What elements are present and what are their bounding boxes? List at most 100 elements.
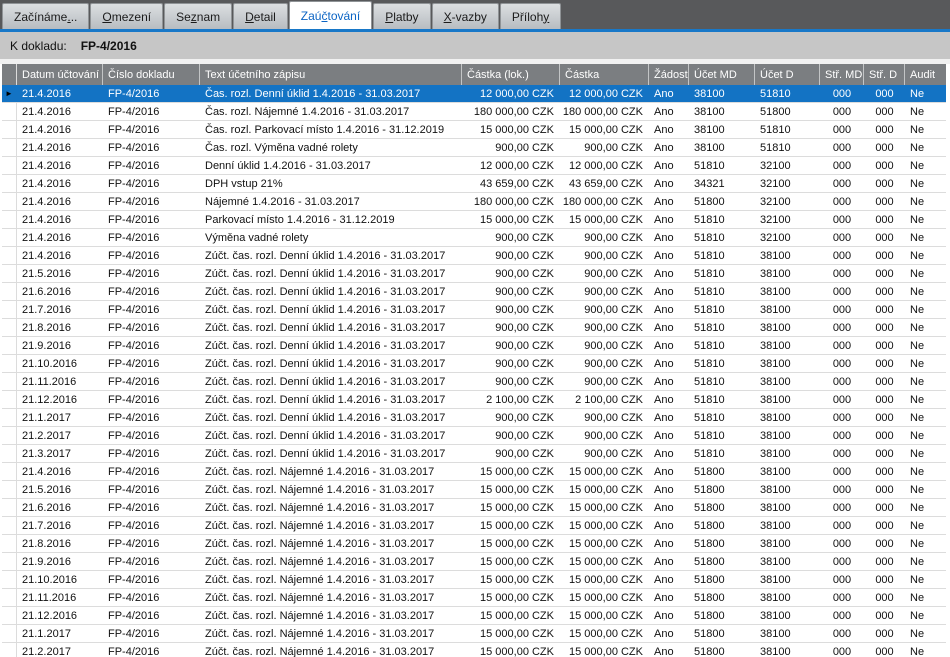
column-header-ucet-d[interactable]: Účet D bbox=[755, 64, 820, 85]
tab-platby[interactable]: Platby bbox=[373, 3, 430, 29]
table-row[interactable]: 21.1.2017FP-4/2016Zúčt. čas. rozl. Nájem… bbox=[2, 625, 946, 643]
cell-text-zapisu: Čas. rozl. Nájemné 1.4.2016 - 31.03.2017 bbox=[200, 103, 462, 120]
cell-zadost: Ano bbox=[649, 463, 689, 480]
table-row[interactable]: 21.12.2016FP-4/2016Zúčt. čas. rozl. Náje… bbox=[2, 607, 946, 625]
cell-castka: 15 000,00 CZK bbox=[560, 463, 649, 480]
cell-cislo-dokladu: FP-4/2016 bbox=[103, 121, 200, 138]
table-row[interactable]: 21.9.2016FP-4/2016Zúčt. čas. rozl. Denní… bbox=[2, 337, 946, 355]
cell-castka-lok: 15 000,00 CZK bbox=[462, 553, 560, 570]
table-row[interactable]: 21.11.2016FP-4/2016Zúčt. čas. rozl. Denn… bbox=[2, 373, 946, 391]
table-row[interactable]: 21.4.2016FP-4/2016Výměna vadné rolety900… bbox=[2, 229, 946, 247]
cell-ucet-d: 38100 bbox=[755, 481, 820, 498]
row-marker-cell bbox=[2, 283, 17, 300]
cell-ucet-d: 32100 bbox=[755, 193, 820, 210]
cell-zadost: Ano bbox=[649, 157, 689, 174]
table-row[interactable]: 21.12.2016FP-4/2016Zúčt. čas. rozl. Denn… bbox=[2, 391, 946, 409]
table-row[interactable]: 21.4.2016FP-4/2016DPH vstup 21%43 659,00… bbox=[2, 175, 946, 193]
table-row[interactable]: 21.6.2016FP-4/2016Zúčt. čas. rozl. Denní… bbox=[2, 283, 946, 301]
table-row[interactable]: 21.9.2016FP-4/2016Zúčt. čas. rozl. Nájem… bbox=[2, 553, 946, 571]
column-header-castka-lok[interactable]: Částka (lok.) bbox=[462, 64, 560, 85]
row-marker-cell bbox=[2, 193, 17, 210]
table-row[interactable]: 21.4.2016FP-4/2016Čas. rozl. Parkovací m… bbox=[2, 121, 946, 139]
column-header-text-zapisu[interactable]: Text účetního zápisu bbox=[200, 64, 462, 85]
table-row[interactable]: 21.4.2016FP-4/2016Zúčt. čas. rozl. Denní… bbox=[2, 247, 946, 265]
cell-str-d: 000 bbox=[864, 211, 905, 228]
row-marker-cell bbox=[2, 409, 17, 426]
cell-zadost: Ano bbox=[649, 373, 689, 390]
cell-castka-lok: 900,00 CZK bbox=[462, 139, 560, 156]
cell-text-zapisu: Nájemné 1.4.2016 - 31.03.2017 bbox=[200, 193, 462, 210]
column-header-ucet-md[interactable]: Účet MD bbox=[689, 64, 755, 85]
row-marker-cell bbox=[2, 211, 17, 228]
table-row[interactable]: 21.10.2016FP-4/2016Zúčt. čas. rozl. Náje… bbox=[2, 571, 946, 589]
tab-zaciname[interactable]: Začínáme... bbox=[2, 3, 89, 29]
table-row[interactable]: 21.2.2017FP-4/2016Zúčt. čas. rozl. Denní… bbox=[2, 427, 946, 445]
cell-audit: Ne bbox=[905, 499, 946, 516]
cell-zadost: Ano bbox=[649, 445, 689, 462]
column-header-audit[interactable]: Audit bbox=[905, 64, 946, 85]
cell-zadost: Ano bbox=[649, 535, 689, 552]
table-row[interactable]: 21.2.2017FP-4/2016Zúčt. čas. rozl. Nájem… bbox=[2, 643, 946, 657]
table-row[interactable]: 21.4.2016FP-4/2016Zúčt. čas. rozl. Nájem… bbox=[2, 463, 946, 481]
table-row[interactable]: 21.1.2017FP-4/2016Zúčt. čas. rozl. Denní… bbox=[2, 409, 946, 427]
cell-datum-uctovani: 21.4.2016 bbox=[17, 121, 103, 138]
table-row[interactable]: 21.11.2016FP-4/2016Zúčt. čas. rozl. Náje… bbox=[2, 589, 946, 607]
table-row[interactable]: 21.4.2016FP-4/2016Čas. rozl. Výměna vadn… bbox=[2, 139, 946, 157]
tab-x-vazby[interactable]: X-vazby bbox=[432, 3, 499, 29]
table-row[interactable]: ►21.4.2016FP-4/2016Čas. rozl. Denní úkli… bbox=[2, 85, 946, 103]
table-row[interactable]: 21.7.2016FP-4/2016Zúčt. čas. rozl. Denní… bbox=[2, 301, 946, 319]
table-row[interactable]: 21.5.2016FP-4/2016Zúčt. čas. rozl. Nájem… bbox=[2, 481, 946, 499]
cell-audit: Ne bbox=[905, 157, 946, 174]
table-row[interactable]: 21.4.2016FP-4/2016Nájemné 1.4.2016 - 31.… bbox=[2, 193, 946, 211]
table-row[interactable]: 21.10.2016FP-4/2016Zúčt. čas. rozl. Denn… bbox=[2, 355, 946, 373]
cell-cislo-dokladu: FP-4/2016 bbox=[103, 643, 200, 657]
tab-detail[interactable]: Detail bbox=[233, 3, 288, 29]
cell-audit: Ne bbox=[905, 463, 946, 480]
cell-ucet-d: 38100 bbox=[755, 427, 820, 444]
cell-zadost: Ano bbox=[649, 355, 689, 372]
cell-str-md: 000 bbox=[820, 121, 864, 138]
table-row[interactable]: 21.4.2016FP-4/2016Čas. rozl. Nájemné 1.4… bbox=[2, 103, 946, 121]
table-row[interactable]: 21.7.2016FP-4/2016Zúčt. čas. rozl. Nájem… bbox=[2, 517, 946, 535]
cell-zadost: Ano bbox=[649, 589, 689, 606]
row-marker-cell bbox=[2, 301, 17, 318]
column-header-cislo-dokladu[interactable]: Číslo dokladu bbox=[103, 64, 200, 85]
table-row[interactable]: 21.8.2016FP-4/2016Zúčt. čas. rozl. Denní… bbox=[2, 319, 946, 337]
cell-castka-lok: 15 000,00 CZK bbox=[462, 607, 560, 624]
cell-datum-uctovani: 21.4.2016 bbox=[17, 157, 103, 174]
cell-text-zapisu: Čas. rozl. Denní úklid 1.4.2016 - 31.03.… bbox=[200, 85, 462, 102]
cell-cislo-dokladu: FP-4/2016 bbox=[103, 607, 200, 624]
cell-castka: 900,00 CZK bbox=[560, 337, 649, 354]
cell-cislo-dokladu: FP-4/2016 bbox=[103, 139, 200, 156]
table-body: ►21.4.2016FP-4/2016Čas. rozl. Denní úkli… bbox=[2, 85, 946, 657]
tab-omezeni[interactable]: Omezení bbox=[90, 3, 163, 29]
row-marker-cell bbox=[2, 337, 17, 354]
tab-zauctovani[interactable]: Zaúčtování bbox=[289, 1, 372, 29]
table-row[interactable]: 21.6.2016FP-4/2016Zúčt. čas. rozl. Nájem… bbox=[2, 499, 946, 517]
cell-ucet-md: 51810 bbox=[689, 355, 755, 372]
cell-ucet-md: 51800 bbox=[689, 535, 755, 552]
table-row[interactable]: 21.5.2016FP-4/2016Zúčt. čas. rozl. Denní… bbox=[2, 265, 946, 283]
table-row[interactable]: 21.4.2016FP-4/2016Denní úklid 1.4.2016 -… bbox=[2, 157, 946, 175]
column-header-castka[interactable]: Částka bbox=[560, 64, 649, 85]
cell-datum-uctovani: 21.10.2016 bbox=[17, 571, 103, 588]
tab-label-part: y bbox=[543, 10, 549, 24]
tab-seznam[interactable]: Seznam bbox=[164, 3, 232, 29]
table-row[interactable]: 21.3.2017FP-4/2016Zúčt. čas. rozl. Denní… bbox=[2, 445, 946, 463]
cell-datum-uctovani: 21.4.2016 bbox=[17, 103, 103, 120]
cell-audit: Ne bbox=[905, 553, 946, 570]
cell-audit: Ne bbox=[905, 301, 946, 318]
column-header-datum-uctovani[interactable]: Datum účtování bbox=[17, 64, 103, 85]
table-row[interactable]: 21.4.2016FP-4/2016Parkovací místo 1.4.20… bbox=[2, 211, 946, 229]
tab-prilohy[interactable]: Přílohy bbox=[500, 3, 561, 29]
row-marker-cell bbox=[2, 607, 17, 624]
cell-castka: 900,00 CZK bbox=[560, 319, 649, 336]
column-header-str-d[interactable]: Stř. D bbox=[864, 64, 905, 85]
cell-cislo-dokladu: FP-4/2016 bbox=[103, 409, 200, 426]
cell-str-d: 000 bbox=[864, 409, 905, 426]
column-header-zadost[interactable]: Žádost bbox=[649, 64, 689, 85]
column-header-str-md[interactable]: Stř. MD bbox=[820, 64, 864, 85]
table-row[interactable]: 21.8.2016FP-4/2016Zúčt. čas. rozl. Nájem… bbox=[2, 535, 946, 553]
cell-datum-uctovani: 21.1.2017 bbox=[17, 625, 103, 642]
row-marker-cell bbox=[2, 319, 17, 336]
